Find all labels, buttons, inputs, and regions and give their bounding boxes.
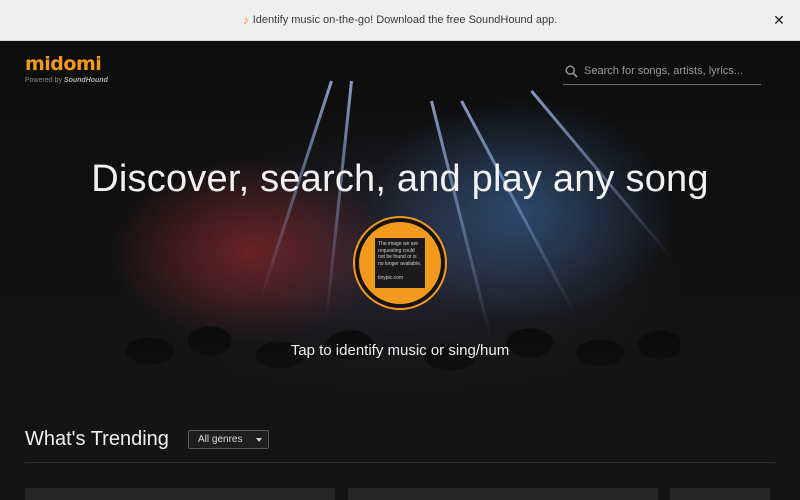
genre-dropdown[interactable]: All genres [188,430,269,449]
app-promo-banner: ♪ Identify music on-the-go! Download the… [0,0,800,41]
trending-card[interactable] [348,488,658,500]
listen-button-inner: The image we are requesting could not be… [359,222,441,304]
trending-card[interactable] [25,488,335,500]
music-note-icon: ♪ [242,13,249,27]
listen-button-image: The image we are requesting could not be… [375,238,425,288]
section-divider [25,462,775,463]
hero-headline: Discover, search, and play any song [91,158,709,200]
image-unavailable-url: tinypic.com [378,275,404,281]
search-bar [563,58,761,85]
close-icon[interactable]: ✕ [771,12,787,28]
logo-brand: SoundHound [63,77,108,84]
logo-text: midomi [25,53,102,75]
banner-message: Identify music on-the-go! Download the f… [252,14,558,26]
search-input[interactable] [584,65,754,77]
section-title-trending: What's Trending [25,428,169,450]
logo-tagline: Powered by SoundHound [25,76,108,85]
page: ♪ Identify music on-the-go! Download the… [0,0,800,500]
genre-selected: All genres [198,434,243,445]
trending-card[interactable] [670,488,770,500]
search-icon [565,64,578,78]
logo-powered: Powered by [25,77,62,84]
listen-button[interactable]: The image we are requesting could not be… [353,216,447,310]
midomi-logo[interactable]: midomi Powered by SoundHound [25,54,108,85]
chevron-down-icon [256,438,262,442]
image-unavailable-text: The image we are requesting could not be… [378,241,422,267]
tap-instruction: Tap to identify music or sing/hum [290,342,510,359]
